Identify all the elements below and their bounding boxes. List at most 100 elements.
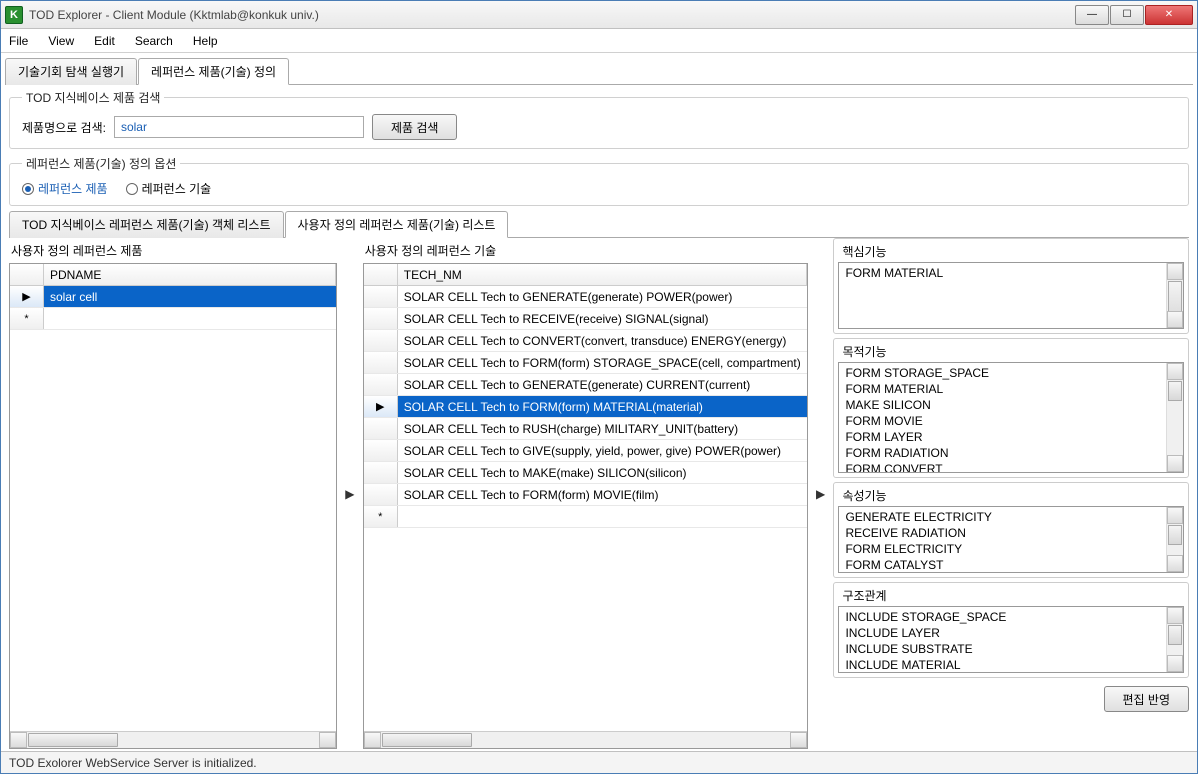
list-item[interactable]: FORM MATERIAL xyxy=(845,265,1177,281)
list-item[interactable]: FORM MATERIAL xyxy=(845,381,1177,397)
row-marker xyxy=(364,330,398,351)
options-fieldset: 레퍼런스 제품(기술) 정의 옵션 레퍼런스 제품 레퍼런스 기술 xyxy=(9,155,1189,206)
cell-empty xyxy=(398,506,807,527)
cell-technm: SOLAR CELL Tech to RUSH(charge) MILITARY… xyxy=(398,418,807,439)
row-marker xyxy=(364,440,398,461)
radio-reference-tech[interactable]: 레퍼런스 기술 xyxy=(126,180,212,197)
list-item[interactable]: GENERATE ELECTRICITY xyxy=(845,509,1177,525)
core-listbox[interactable]: FORM MATERIAL xyxy=(838,262,1184,329)
h-scrollbar[interactable] xyxy=(364,731,807,748)
radio-reference-tech-label: 레퍼런스 기술 xyxy=(142,180,212,197)
row-marker xyxy=(364,462,398,483)
list-item[interactable]: INCLUDE MATERIAL xyxy=(845,657,1177,673)
product-grid: PDNAME ▶solar cell* xyxy=(9,263,337,749)
apply-row: 편집 반영 xyxy=(833,682,1189,714)
table-row[interactable]: SOLAR CELL Tech to GIVE(supply, yield, p… xyxy=(364,440,807,462)
status-text: TOD Exolorer WebService Server is initia… xyxy=(9,756,257,770)
row-marker xyxy=(364,308,398,329)
app-icon: K xyxy=(5,6,23,24)
menu-edit[interactable]: Edit xyxy=(94,34,115,48)
maximize-button[interactable]: ☐ xyxy=(1110,5,1144,25)
app-window: K TOD Explorer - Client Module (Kktmlab@… xyxy=(0,0,1198,774)
list-item[interactable]: INCLUDE STORAGE_SPACE xyxy=(845,609,1177,625)
tab-reference-definition[interactable]: 레퍼런스 제품(기술) 정의 xyxy=(138,58,289,85)
table-new-row[interactable]: * xyxy=(10,308,336,330)
search-row: 제품명으로 검색: 제품 검색 xyxy=(22,114,1176,140)
tab-opportunity-explorer[interactable]: 기술기회 탐색 실행기 xyxy=(5,58,137,85)
cell-technm: SOLAR CELL Tech to MAKE(make) SILICON(si… xyxy=(398,462,807,483)
menubar: File View Edit Search Help xyxy=(1,29,1197,53)
table-row[interactable]: SOLAR CELL Tech to RUSH(charge) MILITARY… xyxy=(364,418,807,440)
purpose-title: 목적기능 xyxy=(834,339,1188,362)
menu-help[interactable]: Help xyxy=(193,34,218,48)
table-row[interactable]: SOLAR CELL Tech to CONVERT(convert, tran… xyxy=(364,330,807,352)
apply-button[interactable]: 편집 반영 xyxy=(1104,686,1190,712)
tech-grid-header: TECH_NM xyxy=(364,264,807,286)
product-panel: 사용자 정의 레퍼런스 제품 PDNAME ▶solar cell* xyxy=(9,238,337,749)
tab-user-list[interactable]: 사용자 정의 레퍼런스 제품(기술) 리스트 xyxy=(285,211,509,238)
table-row[interactable]: SOLAR CELL Tech to MAKE(make) SILICON(si… xyxy=(364,462,807,484)
arrow-divider: ▶ xyxy=(341,238,359,749)
product-grid-body: ▶solar cell* xyxy=(10,286,336,731)
list-item[interactable]: MAKE SILICON xyxy=(845,397,1177,413)
v-scrollbar[interactable] xyxy=(1166,363,1183,472)
list-item[interactable]: FORM MOVIE xyxy=(845,413,1177,429)
v-scrollbar[interactable] xyxy=(1166,507,1183,572)
list-item[interactable]: FORM STORAGE_SPACE xyxy=(845,365,1177,381)
list-item[interactable]: FORM LAYER xyxy=(845,429,1177,445)
cell-technm: SOLAR CELL Tech to GENERATE(generate) PO… xyxy=(398,286,807,307)
search-input[interactable] xyxy=(114,116,364,138)
detail-panel: 핵심기능 FORM MATERIAL 목적기능 FORM STORAGE_SPA… xyxy=(833,238,1189,749)
cell-technm: SOLAR CELL Tech to FORM(form) MOVIE(film… xyxy=(398,484,807,505)
col-pdname[interactable]: PDNAME xyxy=(44,264,336,285)
menu-view[interactable]: View xyxy=(48,34,74,48)
menu-file[interactable]: File xyxy=(9,34,28,48)
table-row[interactable]: SOLAR CELL Tech to GENERATE(generate) PO… xyxy=(364,286,807,308)
product-grid-header: PDNAME xyxy=(10,264,336,286)
list-item[interactable]: RECEIVE RADIATION xyxy=(845,525,1177,541)
list-item[interactable]: INCLUDE SUBSTRATE xyxy=(845,641,1177,657)
table-row[interactable]: SOLAR CELL Tech to GENERATE(generate) CU… xyxy=(364,374,807,396)
tech-grid-body: SOLAR CELL Tech to GENERATE(generate) PO… xyxy=(364,286,807,731)
minimize-button[interactable]: — xyxy=(1075,5,1109,25)
list-item[interactable]: INCLUDE LAYER xyxy=(845,625,1177,641)
h-scrollbar[interactable] xyxy=(10,731,336,748)
product-panel-title: 사용자 정의 레퍼런스 제품 xyxy=(9,238,337,263)
list-item[interactable]: FORM ELECTRICITY xyxy=(845,541,1177,557)
table-row[interactable]: ▶SOLAR CELL Tech to FORM(form) MATERIAL(… xyxy=(364,396,807,418)
table-row[interactable]: ▶solar cell xyxy=(10,286,336,308)
row-marker: ▶ xyxy=(364,396,398,417)
v-scrollbar[interactable] xyxy=(1166,263,1183,328)
list-item[interactable]: FORM CATALYST xyxy=(845,557,1177,573)
table-new-row[interactable]: * xyxy=(364,506,807,528)
table-row[interactable]: SOLAR CELL Tech to FORM(form) MOVIE(film… xyxy=(364,484,807,506)
table-row[interactable]: SOLAR CELL Tech to RECEIVE(receive) SIGN… xyxy=(364,308,807,330)
search-fieldset: TOD 지식베이스 제품 검색 제품명으로 검색: 제품 검색 xyxy=(9,89,1189,149)
row-header-spacer xyxy=(10,264,44,285)
row-header-spacer xyxy=(364,264,398,285)
search-button[interactable]: 제품 검색 xyxy=(372,114,458,140)
cell-technm: SOLAR CELL Tech to FORM(form) MATERIAL(m… xyxy=(398,396,807,417)
attr-title: 속성기능 xyxy=(834,483,1188,506)
list-item[interactable]: FORM CONVERT xyxy=(845,461,1177,473)
cell-technm: SOLAR CELL Tech to FORM(form) STORAGE_SP… xyxy=(398,352,807,373)
struct-listbox[interactable]: INCLUDE STORAGE_SPACEINCLUDE LAYERINCLUD… xyxy=(838,606,1184,673)
col-technm[interactable]: TECH_NM xyxy=(398,264,807,285)
table-row[interactable]: SOLAR CELL Tech to FORM(form) STORAGE_SP… xyxy=(364,352,807,374)
purpose-listbox[interactable]: FORM STORAGE_SPACEFORM MATERIALMAKE SILI… xyxy=(838,362,1184,473)
row-marker xyxy=(364,352,398,373)
close-button[interactable]: ✕ xyxy=(1145,5,1193,25)
tech-panel: 사용자 정의 레퍼런스 기술 TECH_NM SOLAR CELL Tech t… xyxy=(363,238,808,749)
search-label: 제품명으로 검색: xyxy=(22,119,106,136)
new-row-marker: * xyxy=(364,506,398,527)
v-scrollbar[interactable] xyxy=(1166,607,1183,672)
tab-tod-list[interactable]: TOD 지식베이스 레퍼런스 제품(기술) 객체 리스트 xyxy=(9,211,284,238)
purpose-box: 목적기능 FORM STORAGE_SPACEFORM MATERIALMAKE… xyxy=(833,338,1189,478)
cell-technm: SOLAR CELL Tech to GIVE(supply, yield, p… xyxy=(398,440,807,461)
attr-listbox[interactable]: GENERATE ELECTRICITYRECEIVE RADIATIONFOR… xyxy=(838,506,1184,573)
list-item[interactable]: FORM RADIATION xyxy=(845,445,1177,461)
cell-pdname: solar cell xyxy=(44,286,336,307)
row-marker xyxy=(364,484,398,505)
radio-reference-product[interactable]: 레퍼런스 제품 xyxy=(22,180,108,197)
menu-search[interactable]: Search xyxy=(135,34,173,48)
